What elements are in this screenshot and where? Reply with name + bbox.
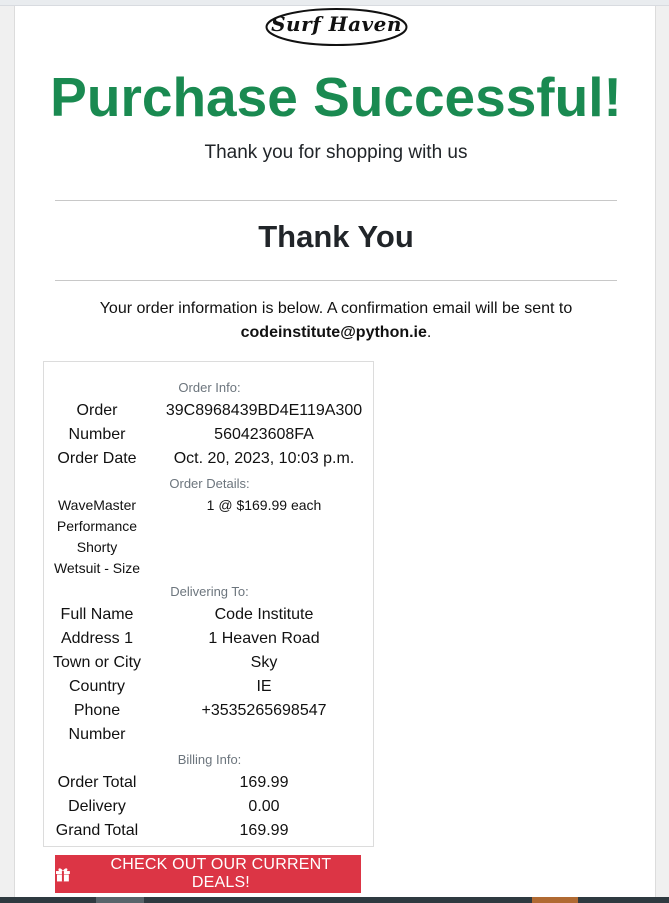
order-date-value: Oct. 20, 2023, 10:03 p.m. — [173, 450, 355, 467]
divider-top — [55, 200, 617, 201]
divider-bottom — [55, 280, 617, 281]
order-number-label-line1: Order — [76, 402, 118, 419]
order-summary-box: Order Info: Order Number 39C8968439BD4E1… — [43, 361, 374, 847]
order-date-label: Order Date — [57, 450, 137, 467]
intro-trailing: . — [426, 324, 432, 341]
thank-you-heading: Thank You — [258, 219, 414, 254]
address1-value: 1 Heaven Road — [208, 630, 320, 647]
full-name-value: Code Institute — [214, 606, 314, 623]
town-label: Town or City — [52, 654, 142, 671]
order-info-label: Order Info: — [178, 380, 241, 395]
item-name: WaveMaster Performance Shorty Wetsuit - … — [44, 495, 150, 579]
order-number-line1: 39C8968439BD4E119A300 — [165, 402, 363, 419]
order-number-line2: 560423608FA — [214, 426, 314, 443]
full-name-label: Full Name — [60, 606, 134, 623]
taskbar-item — [532, 897, 578, 903]
intro-text: Your order information is below. A confi… — [99, 300, 573, 317]
order-number-value: 39C8968439BD4E119A300 560423608FA — [154, 399, 374, 447]
item-quantity-price: 1 @ $169.99 each — [206, 497, 322, 513]
delivery-value: 0.00 — [248, 798, 280, 815]
phone-label: Phone Number — [44, 699, 150, 747]
order-total-label: Order Total — [57, 774, 137, 791]
address1-label: Address 1 — [60, 630, 134, 647]
order-total-value: 169.99 — [239, 774, 289, 791]
page-title: Purchase Successful! — [50, 66, 622, 128]
checkout-success-page: Surf Haven Purchase Successful! Thank yo… — [14, 6, 656, 903]
current-deals-button[interactable]: CHECK OUT OUR CURRENT DEALS! — [55, 855, 361, 893]
grand-total-label: Grand Total — [55, 822, 139, 839]
delivering-to-label: Delivering To: — [170, 584, 249, 599]
phone-label-line2: Number — [68, 726, 126, 743]
phone-value: +3535265698547 — [201, 702, 327, 719]
item-name-line2: Performance — [56, 518, 138, 534]
country-label: Country — [68, 678, 126, 695]
grand-total-value: 169.99 — [239, 822, 289, 839]
item-name-line3: Shorty — [76, 539, 118, 555]
brand-logo[interactable]: Surf Haven — [265, 7, 408, 47]
country-value: IE — [256, 678, 272, 695]
delivery-label: Delivery — [68, 798, 126, 815]
order-intro-text: Your order information is below. A confi… — [75, 297, 597, 345]
current-deals-label: CHECK OUT OUR CURRENT DEALS! — [110, 856, 332, 891]
gift-icon — [55, 868, 70, 882]
logo-text: Surf Haven — [271, 12, 402, 36]
item-name-line4: Wetsuit - Size — [53, 560, 141, 576]
billing-info-label: Billing Info: — [177, 752, 242, 767]
taskbar-item — [96, 897, 144, 903]
page-subtitle: Thank you for shopping with us — [204, 142, 468, 163]
item-name-line1: WaveMaster — [57, 497, 137, 513]
order-details-label: Order Details: — [169, 476, 250, 491]
order-number-label-line2: Number — [68, 426, 126, 443]
order-number-label: Order Number — [44, 399, 150, 447]
phone-label-line1: Phone — [73, 702, 121, 719]
confirmation-email: codeinstitute@python.ie — [240, 324, 427, 341]
town-value: Sky — [250, 654, 278, 671]
